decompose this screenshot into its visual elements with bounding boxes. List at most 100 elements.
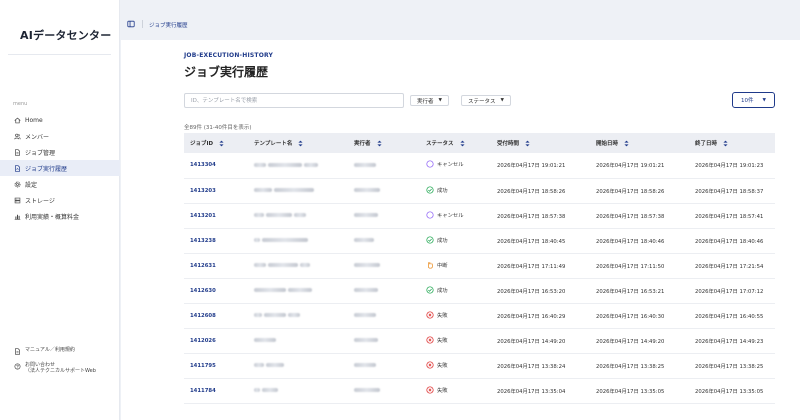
column-header-start-time[interactable]: 開始日時 xyxy=(590,133,689,153)
redacted-text xyxy=(354,162,376,167)
status-badge: 成功 xyxy=(426,235,448,244)
status-filter-label: ステータス xyxy=(468,98,496,105)
page-size-value: 10件 xyxy=(741,98,754,104)
job-id-link[interactable]: 1413304 xyxy=(184,153,248,178)
executor-cell xyxy=(348,353,420,378)
column-header-status[interactable]: ステータス xyxy=(420,133,491,153)
table-row[interactable]: 1413203 成功 2026年04月17日 18:58:26 2026年04月17日… xyxy=(184,178,775,203)
sort-icon[interactable] xyxy=(459,140,465,147)
home-icon xyxy=(13,116,21,124)
chevron-down-icon: ▼ xyxy=(438,98,442,103)
executor-filter[interactable]: 実行者 ▼ xyxy=(410,95,449,106)
x-circle-icon xyxy=(426,335,437,344)
sort-icon[interactable] xyxy=(376,140,382,147)
manual-link[interactable]: マニュアル／利用規約 xyxy=(0,344,120,359)
manual-icon xyxy=(13,348,21,356)
job-id-link[interactable]: 1413201 xyxy=(184,203,248,228)
received-time-cell: 2026年04月17日 13:38:24 xyxy=(497,363,566,370)
received-time-cell: 2026年04月17日 18:57:38 xyxy=(497,213,566,220)
column-header-template-name[interactable]: テンプレート名 xyxy=(248,133,348,153)
job-id-link[interactable]: 1413238 xyxy=(184,228,248,253)
status-label: 成功 xyxy=(437,237,448,244)
status-label: 失敗 xyxy=(437,362,448,369)
sidebar-item-members[interactable]: メンバー xyxy=(0,128,120,144)
table-row[interactable]: 1412630 成功 2026年04月17日 16:53:20 2026年04月17日… xyxy=(184,278,775,303)
executor-cell xyxy=(348,178,420,203)
hand-stop-icon xyxy=(426,261,437,269)
main-content: JOB-EXECUTION-HISTORY ジョブ実行履歴 実行者 ▼ ステータ… xyxy=(121,40,800,420)
table-row[interactable]: 1412026 失敗 2026年04月17日 14:49:20 2026年04月17日… xyxy=(184,328,775,353)
column-header-end-time[interactable]: 終了日時 xyxy=(689,133,775,153)
executor-cell xyxy=(348,278,420,303)
table-row[interactable]: 1411795 失敗 2026年04月17日 13:38:24 2026年04月17日… xyxy=(184,353,775,378)
table-row[interactable]: 1412631 中断 2026年04月17日 17:11:49 2026年04月17日… xyxy=(184,253,775,278)
status-badge: キャンセル xyxy=(426,210,464,219)
job-id-link[interactable]: 1412630 xyxy=(184,278,248,303)
x-circle-icon xyxy=(426,360,437,369)
job-id-link[interactable]: 1411784 xyxy=(184,378,248,403)
sidebar-item-usage[interactable]: 利用実績・概算料金 xyxy=(0,208,120,224)
status-label: 失敗 xyxy=(437,387,448,394)
status-badge: 中断 xyxy=(426,261,448,269)
start-time-cell: 2026年04月17日 16:40:30 xyxy=(596,313,665,320)
redacted-text xyxy=(254,213,264,217)
search-input[interactable] xyxy=(184,93,404,108)
status-label: 中断 xyxy=(437,262,448,269)
manual-link-label: マニュアル／利用規約 xyxy=(25,347,75,353)
column-header-label: ステータス xyxy=(426,141,454,147)
redacted-text xyxy=(354,238,374,242)
status-cell: 失敗 xyxy=(420,328,491,353)
table-row[interactable]: 1413238 成功 2026年04月17日 18:40:45 2026年04月17日… xyxy=(184,228,775,253)
column-header-label: テンプレート名 xyxy=(254,141,293,147)
job-id-link[interactable]: 1412608 xyxy=(184,303,248,328)
redacted-text xyxy=(266,213,292,217)
table-row[interactable]: 1413304 キャンセル 2026年04月17日 19:01:21 2026年04月… xyxy=(184,153,775,178)
redacted-text xyxy=(354,388,380,392)
table-row[interactable]: 1413201 キャンセル 2026年04月17日 18:57:38 2026年04月… xyxy=(184,203,775,228)
redacted-text xyxy=(288,313,300,317)
sort-icon[interactable] xyxy=(723,140,728,147)
breadcrumb-separator xyxy=(142,20,143,28)
redacted-text xyxy=(254,338,276,342)
table-row[interactable]: 1412608 失敗 2026年04月17日 16:40:29 2026年04月17日… xyxy=(184,303,775,328)
sort-icon[interactable] xyxy=(525,140,530,147)
job-id-link[interactable]: 1412026 xyxy=(184,328,248,353)
sort-icon[interactable] xyxy=(624,140,629,147)
check-circle-icon xyxy=(426,185,437,194)
column-header-label: ジョブID xyxy=(190,141,214,147)
sidebar-item-home[interactable]: Home xyxy=(0,112,120,128)
redacted-text xyxy=(254,288,286,292)
sidebar-item-job-history[interactable]: ジョブ実行履歴 xyxy=(0,160,120,176)
sort-icon[interactable] xyxy=(298,140,303,147)
job-id-link[interactable]: 1412631 xyxy=(184,253,248,278)
template-name-cell xyxy=(248,303,348,328)
sidebar-item-settings[interactable]: 設定 xyxy=(0,176,120,192)
template-name-cell xyxy=(248,203,348,228)
breadcrumb[interactable]: ジョブ実行履歴 xyxy=(149,21,188,29)
sort-icon[interactable] xyxy=(219,140,224,147)
column-header-job-id[interactable]: ジョブID xyxy=(184,133,248,153)
members-icon xyxy=(13,132,21,140)
table-row[interactable]: 1411784 失敗 2026年04月17日 13:35:04 2026年04月17日… xyxy=(184,378,775,403)
sidebar-item-storage[interactable]: ストレージ xyxy=(0,192,120,208)
end-time-cell: 2026年04月17日 13:35:05 xyxy=(695,388,764,395)
status-filter[interactable]: ステータス ▼ xyxy=(461,95,511,106)
topbar: ジョブ実行履歴 xyxy=(121,0,800,40)
sidebar-toggle-icon[interactable] xyxy=(126,19,136,29)
page-size-select[interactable]: 10件 ▼ xyxy=(732,92,775,108)
column-header-received-time[interactable]: 受付時間 xyxy=(491,133,590,153)
redacted-text xyxy=(354,213,378,217)
contact-link[interactable]: お問い合わせ （法人テクニカルサポートWeb xyxy=(0,359,120,379)
sidebar-item-label: 利用実績・概算料金 xyxy=(25,213,80,221)
redacted-text xyxy=(354,288,378,292)
job-id-link[interactable]: 1413203 xyxy=(184,178,248,203)
sidebar-item-job-management[interactable]: ジョブ管理 xyxy=(0,144,120,160)
column-header-executor[interactable]: 実行者 xyxy=(348,133,420,153)
job-id-link[interactable]: 1411795 xyxy=(184,353,248,378)
status-cell: 失敗 xyxy=(420,303,491,328)
sidebar-bottom-links: マニュアル／利用規約 お問い合わせ （法人テクニカルサポートWeb xyxy=(0,344,120,378)
column-header-label: 開始日時 xyxy=(596,141,619,147)
sidebar-item-label: ジョブ管理 xyxy=(25,149,56,157)
redacted-text xyxy=(254,363,264,367)
template-name-cell xyxy=(248,253,348,278)
